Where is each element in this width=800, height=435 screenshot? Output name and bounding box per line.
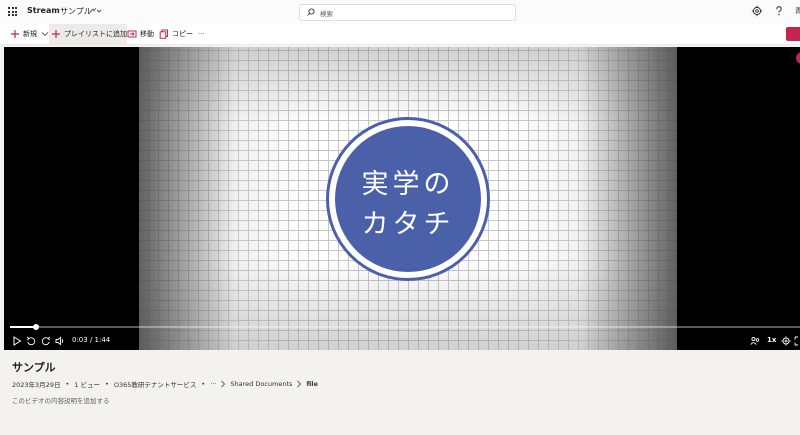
top-bar: Stream サンプル 検索 青 xyxy=(0,0,800,25)
help-icon[interactable] xyxy=(773,5,785,17)
breadcrumb-chevron-icon xyxy=(221,380,226,388)
seek-bar-thumb[interactable] xyxy=(33,324,40,330)
video-frame[interactable]: 実学の カタチ xyxy=(139,47,677,350)
playback-speed[interactable]: 1x xyxy=(767,336,776,344)
player-corner-badge[interactable] xyxy=(796,52,800,64)
upload-date: 2023年3月29日 xyxy=(12,381,61,389)
new-label: 新規 xyxy=(23,30,37,38)
move-button[interactable]: 移動 xyxy=(127,24,154,44)
add-to-playlist-button[interactable]: プレイリストに追加 xyxy=(49,24,127,44)
logo-text-line2: カタチ xyxy=(361,209,455,240)
new-button[interactable]: 新規 xyxy=(10,24,49,44)
app-launcher-icon[interactable] xyxy=(8,7,17,16)
video-title: サンプル xyxy=(12,361,56,374)
rewind-10-icon[interactable] xyxy=(26,336,36,346)
meta-separator-dot: • xyxy=(65,380,70,388)
fullscreen-icon[interactable] xyxy=(794,336,800,346)
video-meta: 2023年3月29日 • 1 ビュー • O365教研テナントサービス • ··… xyxy=(12,379,318,389)
add-to-playlist-label: プレイリストに追加 xyxy=(64,30,127,38)
time-display: 0:03 / 1:44 xyxy=(72,336,111,344)
forward-10-icon[interactable] xyxy=(41,336,51,346)
share-button[interactable] xyxy=(786,27,800,41)
meta-separator-dot: • xyxy=(201,380,206,388)
copy-icon xyxy=(159,29,168,39)
video-logo: 実学の カタチ xyxy=(326,117,490,281)
copy-label: コピー xyxy=(172,30,193,38)
view-count: 1 ビュー xyxy=(74,381,100,389)
breadcrumb-chevron-icon xyxy=(297,380,302,388)
play-icon[interactable] xyxy=(12,336,22,346)
copy-button[interactable]: コピー xyxy=(159,24,193,44)
meta-separator-dot: • xyxy=(105,380,109,388)
page-title: サンプル xyxy=(60,7,92,16)
logo-text-line1: 実学の xyxy=(361,169,455,200)
avatar[interactable]: 青 xyxy=(795,6,800,16)
captions-people-icon[interactable] xyxy=(750,336,760,346)
breadcrumb-file: file xyxy=(306,380,318,388)
move-icon xyxy=(127,30,137,38)
breadcrumb-folder[interactable]: Shared Documents xyxy=(230,380,292,388)
share-status-chevron-icon[interactable] xyxy=(88,4,102,18)
chevron-down-icon xyxy=(41,32,49,37)
search-icon xyxy=(307,8,315,16)
search-placeholder: 検索 xyxy=(320,10,333,18)
add-description-link[interactable]: このビデオの内容説明を追加する xyxy=(12,395,110,405)
breadcrumb-ellipsis[interactable]: ··· xyxy=(210,380,216,388)
command-bar: 新規 プレイリストに追加 移動 コピー ··· xyxy=(0,24,800,45)
seek-bar[interactable] xyxy=(10,324,800,330)
settings-gear-icon[interactable] xyxy=(781,336,791,346)
more-actions-button[interactable]: ··· xyxy=(198,24,205,44)
volume-icon[interactable] xyxy=(55,336,65,346)
search-box[interactable]: 検索 xyxy=(299,4,516,21)
owner-link[interactable]: O365教研テナントサービス xyxy=(114,379,197,389)
move-label: 移動 xyxy=(140,30,154,38)
app-name[interactable]: Stream xyxy=(27,6,60,15)
plus-icon xyxy=(11,30,19,38)
plus-icon xyxy=(52,30,60,38)
video-player[interactable]: 実学の カタチ 0:03 / 1:44 1x xyxy=(4,47,800,350)
logo-disc: 実学の カタチ xyxy=(335,126,481,272)
gear-icon[interactable] xyxy=(751,5,763,17)
player-controls: 0:03 / 1:44 1x xyxy=(4,321,800,350)
